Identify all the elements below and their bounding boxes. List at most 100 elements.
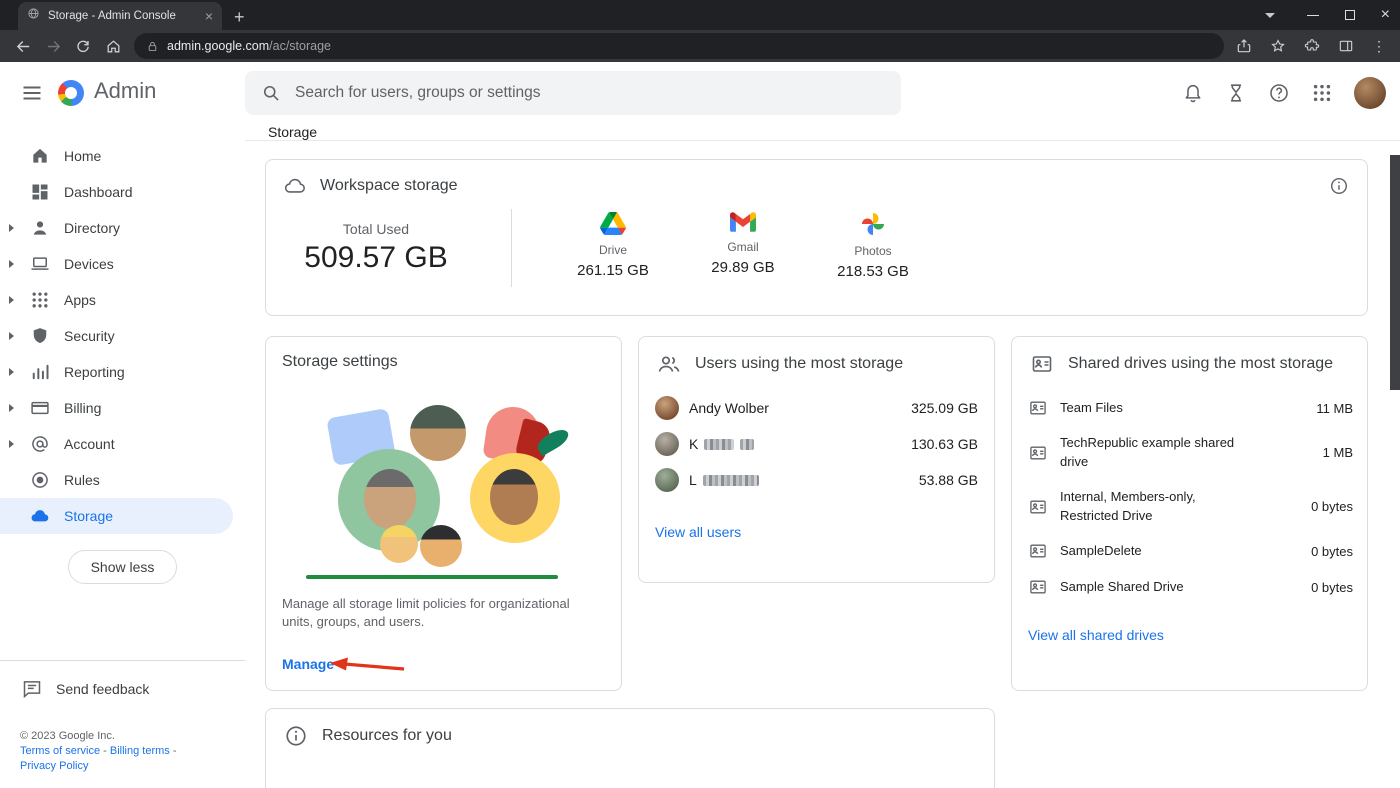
page-scrollbar[interactable] xyxy=(1390,155,1400,390)
avatar xyxy=(655,396,679,420)
manage-link[interactable]: Manage xyxy=(282,656,334,672)
card-title: Resources for you xyxy=(322,727,452,744)
privacy-policy-link[interactable]: Privacy Policy xyxy=(20,760,88,772)
workspace-storage-card: Workspace storage Total Used 509.57 GB D… xyxy=(265,159,1368,316)
cloud-icon xyxy=(30,506,50,526)
search-input[interactable] xyxy=(295,84,885,102)
chevron-right-icon[interactable] xyxy=(9,404,14,412)
sidebar-item-label: Devices xyxy=(64,256,114,272)
window-close-button[interactable]: × xyxy=(1381,7,1390,23)
main-content: Workspace storage Total Used 509.57 GB D… xyxy=(245,141,1400,788)
new-tab-button[interactable]: + xyxy=(234,8,245,26)
sidebar-item-label: Billing xyxy=(64,400,102,416)
back-button[interactable] xyxy=(10,33,36,59)
avatar xyxy=(655,468,679,492)
main-menu-hamburger-icon[interactable] xyxy=(20,81,44,110)
sidebar-item-directory[interactable]: Directory xyxy=(0,210,245,246)
sidebar-item-account[interactable]: Account xyxy=(0,426,245,462)
globe-favicon-icon xyxy=(27,7,40,25)
table-row: Team Files 11 MB xyxy=(1028,390,1353,426)
sidebar-item-billing[interactable]: Billing xyxy=(0,390,245,426)
table-row: SampleDelete 0 bytes xyxy=(1028,533,1353,569)
breadcrumb-item[interactable]: Storage xyxy=(268,124,317,140)
tab-title: Storage - Admin Console xyxy=(48,10,176,22)
sidebar-item-home[interactable]: Home xyxy=(0,138,245,174)
notifications-bell-icon[interactable] xyxy=(1182,82,1204,104)
storage-value: 0 bytes xyxy=(1311,579,1353,595)
help-icon[interactable] xyxy=(1268,82,1290,104)
address-bar[interactable]: admin.google.com/ac/storage xyxy=(134,33,1224,59)
window-restore-button[interactable] xyxy=(1344,10,1355,20)
top-shared-drives-card: Shared drives using the most storage Tea… xyxy=(1011,336,1368,691)
bookmark-star-icon[interactable] xyxy=(1270,38,1286,54)
at-sign-icon xyxy=(30,434,50,454)
storage-settings-card: Storage settings Manage all storage limi… xyxy=(265,336,622,691)
storage-value: 53.88 GB xyxy=(918,472,978,488)
people-illustration xyxy=(305,403,572,579)
forward-button[interactable] xyxy=(40,33,66,59)
terms-of-service-link[interactable]: Terms of service xyxy=(20,745,100,757)
credit-card-icon xyxy=(30,398,50,418)
search-icon xyxy=(261,83,281,103)
reload-button[interactable] xyxy=(70,33,96,59)
card-title: Workspace storage xyxy=(320,177,458,194)
search-box[interactable] xyxy=(245,71,901,115)
extensions-puzzle-icon[interactable] xyxy=(1304,38,1320,54)
info-icon[interactable] xyxy=(1329,176,1349,196)
sidebar-item-apps[interactable]: Apps xyxy=(0,282,245,318)
drive-icon xyxy=(600,212,626,239)
storage-value: 1 MB xyxy=(1322,445,1353,461)
service-gmail: Gmail 29.89 GB xyxy=(678,212,808,280)
sidebar-item-label: Directory xyxy=(64,220,121,236)
sidebar-item-security[interactable]: Security xyxy=(0,318,245,354)
chevron-right-icon[interactable] xyxy=(9,332,14,340)
storage-value: 325.09 GB xyxy=(911,400,978,416)
side-panel-icon[interactable] xyxy=(1338,38,1354,54)
sidebar-item-label: Account xyxy=(64,436,115,452)
tab-close-icon[interactable]: × xyxy=(205,9,213,23)
resources-card: Resources for you xyxy=(265,708,995,788)
browser-tab-bar: Storage - Admin Console × + × xyxy=(0,0,1400,30)
view-all-users-link[interactable]: View all users xyxy=(655,524,741,540)
chevron-right-icon[interactable] xyxy=(9,368,14,376)
billing-terms-link[interactable]: Billing terms xyxy=(110,745,170,757)
user-name: Andy Wolber xyxy=(689,400,769,416)
sidebar-item-reporting[interactable]: Reporting xyxy=(0,354,245,390)
chevron-right-icon[interactable] xyxy=(9,440,14,448)
table-row: K 130.63 GB xyxy=(655,426,978,462)
table-row: Andy Wolber 325.09 GB xyxy=(655,390,978,426)
divider xyxy=(511,209,512,287)
service-name: Gmail xyxy=(727,240,759,254)
redacted-text xyxy=(704,438,735,450)
home-icon xyxy=(30,146,50,166)
sidebar-item-devices[interactable]: Devices xyxy=(0,246,245,282)
avatar xyxy=(655,432,679,456)
send-feedback-button[interactable]: Send feedback xyxy=(0,661,245,705)
sidebar-item-dashboard[interactable]: Dashboard xyxy=(0,174,245,210)
apps-grid-icon[interactable] xyxy=(1311,82,1333,104)
sidebar-item-storage[interactable]: Storage xyxy=(0,498,233,534)
footer-separator: - xyxy=(103,745,107,757)
pending-tasks-hourglass-icon[interactable] xyxy=(1225,82,1247,104)
service-name: Photos xyxy=(854,244,892,258)
sidebar-item-rules[interactable]: Rules xyxy=(0,462,245,498)
chevron-right-icon[interactable] xyxy=(9,296,14,304)
show-less-button[interactable]: Show less xyxy=(67,550,178,584)
home-button[interactable] xyxy=(100,33,126,59)
chevron-right-icon[interactable] xyxy=(9,260,14,268)
storage-value: 0 bytes xyxy=(1311,499,1353,515)
redacted-text xyxy=(702,474,759,486)
browser-tab[interactable]: Storage - Admin Console × xyxy=(18,2,222,30)
feedback-chat-icon xyxy=(22,679,42,699)
window-minimize-button[interactable] xyxy=(1306,14,1319,16)
sidebar: Home Dashboard Directory Devices Apps Se… xyxy=(0,124,245,788)
view-all-shared-drives-link[interactable]: View all shared drives xyxy=(1028,627,1164,643)
table-row: Sample Shared Drive 0 bytes xyxy=(1028,569,1353,605)
card-title: Users using the most storage xyxy=(695,355,904,372)
browser-menu-kebab-icon[interactable]: ⋮ xyxy=(1372,38,1386,55)
share-icon[interactable] xyxy=(1236,38,1252,54)
chevron-right-icon[interactable] xyxy=(9,224,14,232)
gmail-icon xyxy=(730,212,756,236)
tab-search-chevron-icon[interactable] xyxy=(1264,12,1275,18)
account-avatar[interactable] xyxy=(1354,77,1386,109)
